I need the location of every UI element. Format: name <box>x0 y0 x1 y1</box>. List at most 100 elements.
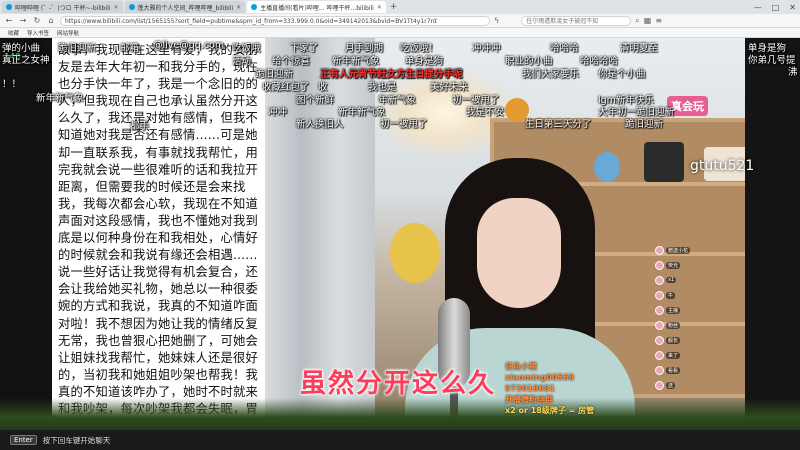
back-arrow-icon[interactable]: ← <box>4 16 14 25</box>
browser-tab[interactable]: 蓬大雅的个人空间_哔哩哔哩_bilibili ✕ <box>124 1 246 13</box>
danmaku-comment: 哈哈哈 <box>550 43 579 54</box>
account-id: xiaoming00568 <box>505 373 575 382</box>
close-tab-icon[interactable]: ✕ <box>377 4 382 11</box>
danmaku-comment: 吃饭哦 <box>232 43 261 54</box>
danmaku-comment: 哈哈哈哈 <box>580 56 619 67</box>
avatar <box>655 365 664 375</box>
minimize-button[interactable]: — <box>754 3 762 12</box>
danmaku-comment: 收 <box>318 82 328 93</box>
watermark-text: gtutu521 <box>690 158 755 174</box>
danmaku-comment: 我也是 <box>368 82 397 93</box>
danmaku-comment: 清明夏至 <box>620 43 659 54</box>
avatar <box>655 335 664 345</box>
maximize-button[interactable]: □ <box>772 3 780 12</box>
avatar <box>655 290 664 300</box>
browser-nav-bar: ← → ↻ ⌂ https://www.bilibili.com/list/15… <box>0 14 800 28</box>
avatar <box>655 350 664 360</box>
video-player[interactable]: 149 故事，我现在在这里有爱，我的女朋友是去年大年初一和我分手的，现在也分手快… <box>0 38 800 430</box>
right-overlay-strip <box>745 38 800 430</box>
close-window-button[interactable]: ✕ <box>789 3 796 12</box>
speaker-decor <box>644 142 684 182</box>
gift-row: 赠送小花 <box>655 244 695 256</box>
chat-bar[interactable]: Enter 按下回车键开始聊天 <box>0 430 800 450</box>
danmaku-comment: 跪旧迎新 <box>58 43 97 54</box>
bilibili-favicon-icon <box>251 4 258 10</box>
lightning-icon[interactable]: ϟ <box>494 16 499 25</box>
gift-row: 主播 <box>655 304 695 316</box>
danmaku-comment: 美好未来 <box>430 82 469 93</box>
danmaku-comment: 单身是狗 <box>405 56 444 67</box>
forward-arrow-icon[interactable]: → <box>18 16 28 25</box>
subtitle-caption: 虽然分开这么久 <box>300 369 497 399</box>
gift-label: 看看 <box>666 366 681 374</box>
story-text: 故事，我现在在这里有爱，我的女朋友是去年大年初一和我分手的，现在也分手快一年了，… <box>58 43 258 430</box>
avatar <box>655 320 664 330</box>
danmaku-comment: 你是个小曲 <box>598 69 646 80</box>
bilibili-favicon-icon <box>6 4 12 10</box>
foreground-plant <box>0 398 800 430</box>
search-icon[interactable]: ⌕ <box>635 16 639 26</box>
address-bar[interactable]: https://www.bilibili.com/list/1565155?so… <box>60 15 490 26</box>
danmaku-comment: @live@qq.com <box>153 40 225 51</box>
gift-list: 赠送小花 荧光 x1 牛 主播 粉丝 舰长 来了 看看 送 <box>655 244 695 394</box>
danmaku-comment: 冲冲 <box>268 107 288 118</box>
danmaku-comment: 图个新鲜 <box>296 95 335 106</box>
danmaku-comment: 都手 <box>130 121 150 132</box>
danmaku-comment: 跪旧迎新 <box>625 119 664 130</box>
refresh-icon[interactable]: ↻ <box>32 16 42 25</box>
gift-label: 送 <box>666 381 676 389</box>
danmaku-comment: 收藏红包了 <box>262 82 310 93</box>
danmaku-comment: 新年新气象 <box>332 56 380 67</box>
gift-label: x1 <box>666 277 677 283</box>
bookmark-item[interactable]: 导入书签 <box>27 29 49 37</box>
danmaku-comment: ！！ <box>2 79 22 90</box>
avatar <box>655 275 664 285</box>
account-info-overlay: 任鱼小猪 xiaoming00568 973018681 开播赠粉丝群 x2 o… <box>505 361 610 416</box>
avatar <box>655 245 664 255</box>
account-qq: 973018681 <box>505 384 556 393</box>
tab-title: 哔哩哔哩 (゜-゜)つロ 干杯~-bilibili <box>15 4 111 12</box>
danmaku-comment: 新年新气象 <box>36 93 84 104</box>
gift-label: 荧光 <box>666 261 681 269</box>
gift-row: 来了 <box>655 349 695 361</box>
gift-row: 舰长 <box>655 334 695 346</box>
fan-group-note: 开播赠粉丝群 <box>505 395 553 404</box>
avatar <box>655 380 664 390</box>
danmaku-comment: 给个惊喜 <box>272 56 311 67</box>
danmaku-comment: 我是不安 <box>466 107 505 118</box>
chat-hint: 按下回车键开始聊天 <box>42 435 111 445</box>
gift-row: 荧光 <box>655 259 695 271</box>
extensions-icon[interactable]: ▦ <box>644 16 652 25</box>
danmaku-comment: 邮箱 <box>120 43 140 54</box>
gift-label: 来了 <box>666 351 681 359</box>
new-tab-button[interactable]: + <box>390 2 398 12</box>
enter-key-icon: Enter <box>10 435 37 445</box>
danmaku-comment: 沸 <box>788 67 798 78</box>
danmaku-comment: 冲冲冲 <box>472 43 501 54</box>
gift-row: x1 <box>655 274 695 286</box>
close-tab-icon[interactable]: ✕ <box>113 4 118 11</box>
tab-title: 主播直播间(看片)哔哩... 哔哩干杯...bilibili <box>260 4 374 12</box>
avatar <box>655 305 664 315</box>
browser-tab-bar: 哔哩哔哩 (゜-゜)つロ 干杯~-bilibili ✕ 蓬大雅的个人空间_哔哩哔哩… <box>0 0 800 14</box>
gift-label: 牛 <box>666 291 676 299</box>
danmaku-comment: 活动 <box>232 56 252 67</box>
bookmark-item[interactable]: 收藏 <box>8 29 19 37</box>
close-tab-icon[interactable]: ✕ <box>236 4 241 11</box>
danmaku-comment: 月手到期 <box>345 43 384 54</box>
bookmark-item[interactable]: 网站导航 <box>57 29 79 37</box>
home-icon[interactable]: ⌂ <box>46 16 56 25</box>
bookmarks-bar: 收藏 导入书签 网站导航 <box>0 28 800 38</box>
search-input[interactable]: 任尔雨遭欺凌女子被冠不知 <box>521 15 632 26</box>
account-name: 任鱼小猪 <box>505 362 537 371</box>
gift-row: 牛 <box>655 289 695 301</box>
gift-row: 送 <box>655 379 695 391</box>
danmaku-comment: 新年新气象 <box>338 107 386 118</box>
menu-icon[interactable]: ≡ <box>655 16 662 25</box>
browser-tab[interactable]: 哔哩哔哩 (゜-゜)つロ 干杯~-bilibili ✕ <box>2 1 123 13</box>
window-controls: — □ ✕ <box>754 0 796 14</box>
danmaku-comment: 我们大家要乐 <box>522 69 580 80</box>
browser-tab-active[interactable]: 主播直播间(看片)哔哩... 哔哩干杯...bilibili ✕ <box>247 1 386 13</box>
moderator-note: x2 or 18级牌子 = 房管 <box>505 406 595 415</box>
bilibili-favicon-icon <box>128 4 135 10</box>
